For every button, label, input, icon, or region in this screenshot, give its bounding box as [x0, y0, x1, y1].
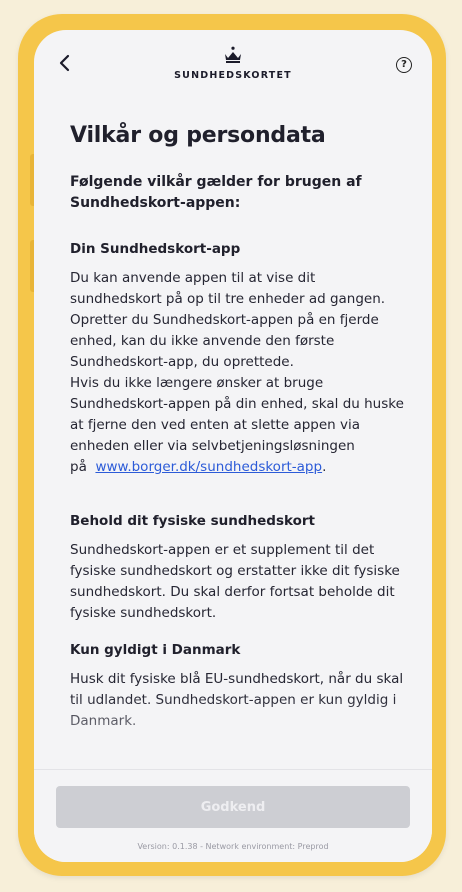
crown-icon [225, 46, 241, 63]
section-heading: Kun gyldigt i Danmark [70, 642, 241, 658]
app-screen: SUNDHEDSKORTET ? Vilkår og persondata Fø… [34, 30, 432, 862]
terms-content: Vilkår og persondata Følgende vilkår gæl… [70, 122, 404, 732]
borger-link[interactable]: www.borger.dk/sundhedskort-app [95, 459, 322, 475]
help-icon[interactable]: ? [396, 57, 412, 73]
approve-button[interactable]: Godkend [56, 786, 410, 828]
footer-bar: Godkend Version: 0.1.38 - Network enviro… [34, 769, 432, 862]
brand-logo-text: SUNDHEDSKORTET [174, 70, 292, 81]
section-body: Husk dit fysiske blå EU-sundhedskort, nå… [70, 671, 404, 729]
section-behold: Behold dit fysiske sundhedskort Sundheds… [70, 512, 404, 624]
link-suffix: . [322, 459, 327, 475]
section-body: Sundhedskort-appen er et supplement til … [70, 542, 400, 621]
section-din-app: Din Sundhedskort-app Du kan anvende appe… [70, 240, 404, 478]
help-glyph: ? [401, 59, 407, 70]
link-prefix: på [70, 459, 87, 475]
section-body-2: Hvis du ikke længere ønsker at bruge Sun… [70, 375, 404, 454]
section-link-line: på www.borger.dk/sundhedskort-app. [70, 457, 404, 478]
section-kun-gyldigt: Kun gyldigt i Danmark Husk dit fysiske b… [70, 641, 404, 732]
version-text: Version: 0.1.38 - Network environment: P… [137, 842, 329, 851]
section-heading: Behold dit fysiske sundhedskort [70, 513, 315, 529]
section-body: Du kan anvende appen til at vise dit sun… [70, 270, 386, 370]
page-title: Vilkår og persondata [70, 123, 326, 148]
intro-text: Følgende vilkår gælder for brugen af Sun… [70, 174, 362, 211]
section-heading: Din Sundhedskort-app [70, 241, 241, 257]
top-bar: SUNDHEDSKORTET ? [34, 30, 432, 110]
